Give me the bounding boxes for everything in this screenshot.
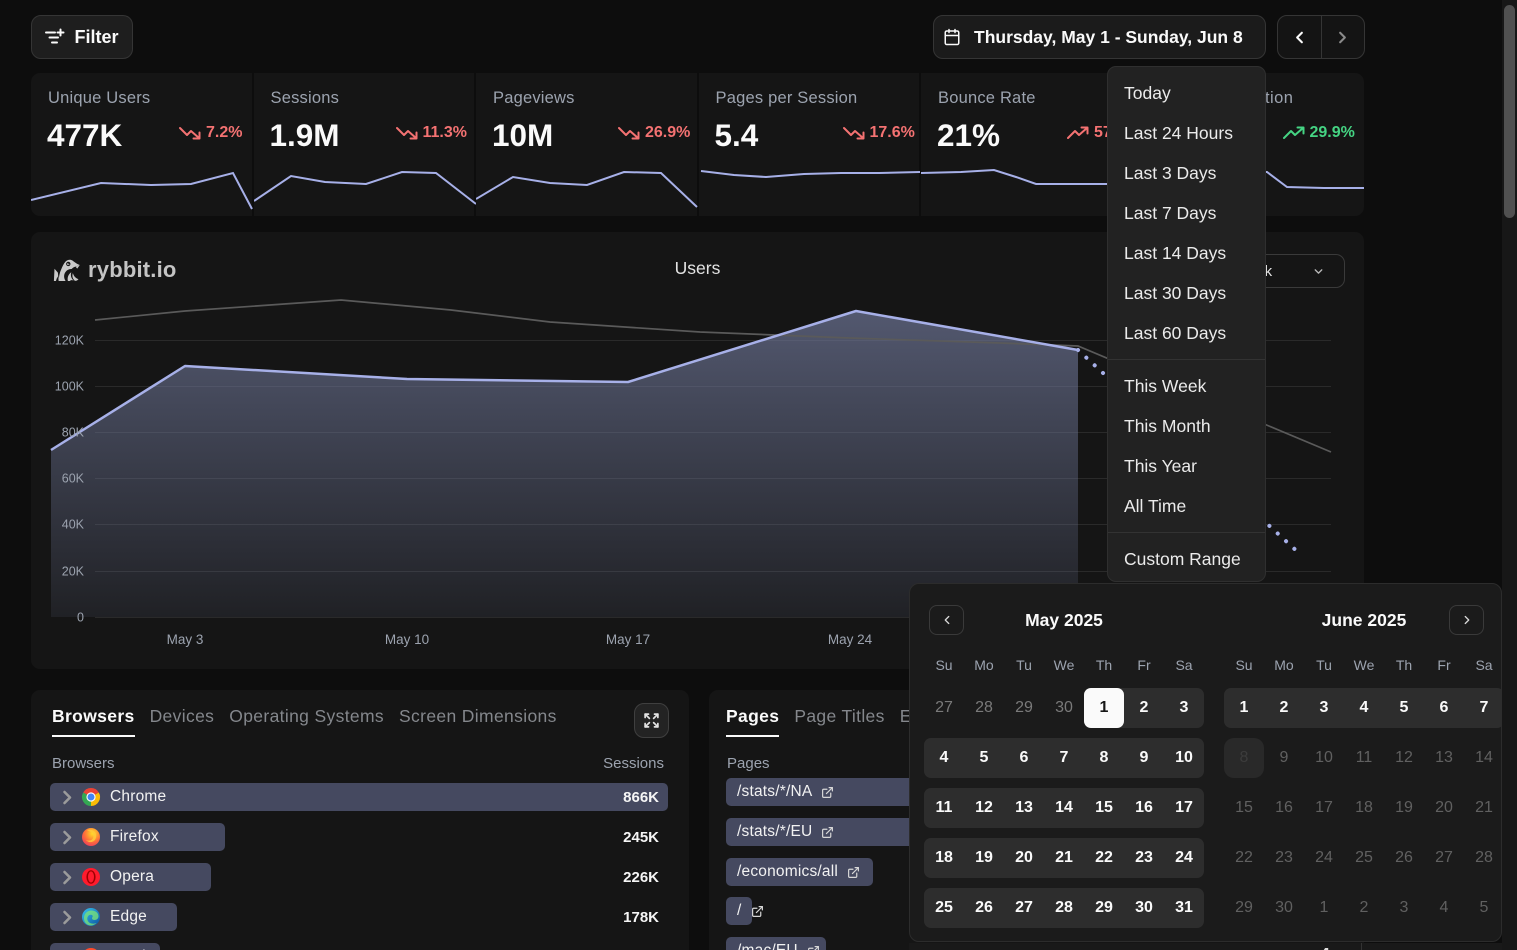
svg-text:60K: 60K <box>62 472 85 486</box>
svg-text:100K: 100K <box>55 380 85 394</box>
svg-text:May 10: May 10 <box>385 632 429 647</box>
svg-text:40K: 40K <box>62 518 85 532</box>
svg-text:0: 0 <box>77 611 84 625</box>
svg-text:80K: 80K <box>62 426 85 440</box>
svg-text:May 3: May 3 <box>167 632 204 647</box>
svg-text:120K: 120K <box>55 334 85 348</box>
svg-text:May 24: May 24 <box>828 632 873 647</box>
svg-text:May 17: May 17 <box>606 632 650 647</box>
svg-text:20K: 20K <box>62 565 85 579</box>
